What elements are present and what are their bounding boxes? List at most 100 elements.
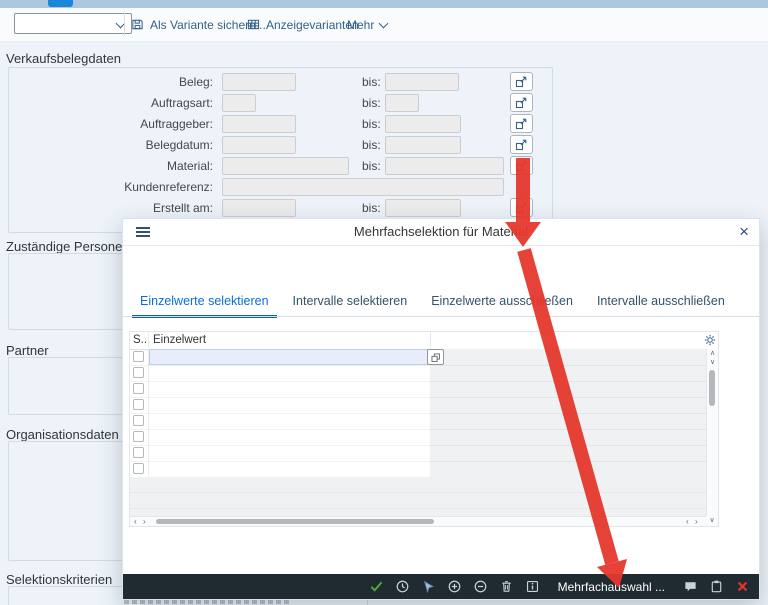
row-checkbox[interactable] (133, 447, 144, 458)
belegdatum-input[interactable] (222, 136, 296, 154)
material-input[interactable] (222, 157, 349, 175)
grid-icon (247, 18, 260, 31)
row-checkbox[interactable] (133, 367, 144, 378)
auftraggeber-multiselect-button[interactable] (510, 114, 533, 133)
auftraggeber-input[interactable] (222, 115, 296, 133)
info-icon[interactable] (524, 578, 541, 595)
row-checkbox[interactable] (133, 463, 144, 474)
beleg-input[interactable] (222, 73, 296, 91)
auftragsart-multiselect-button[interactable] (510, 93, 533, 112)
field-row-beleg: Beleg: bis: (0, 73, 560, 91)
row-checkbox[interactable] (133, 399, 144, 410)
dialog-title: Mehrfachselektion für Material (123, 224, 759, 239)
tab-intervalle-selektieren[interactable]: Intervalle selektieren (285, 291, 416, 318)
more-button[interactable]: Mehr (347, 8, 387, 41)
tab-einzelwerte-ausschliessen[interactable]: Einzelwerte ausschließen (423, 291, 581, 318)
beleg-multiselect-button[interactable] (510, 72, 533, 91)
field-row-material: Material: bis: (0, 157, 560, 175)
delete-all-trash-icon[interactable] (498, 578, 515, 595)
erstellt-am-input[interactable] (222, 199, 296, 217)
belegdatum-multiselect-button[interactable] (510, 135, 533, 154)
vertical-scroll-thumb[interactable] (709, 370, 715, 406)
accept-check-icon[interactable] (368, 578, 385, 595)
field-label: Erstellt am: (60, 201, 213, 215)
cancel-x-icon[interactable] (734, 578, 751, 595)
material-bis-input[interactable] (385, 157, 504, 175)
horizontal-scrollbar[interactable]: ‹ › ‹ › (130, 516, 706, 526)
paste-clipboard-icon[interactable] (708, 578, 725, 595)
section-title-selektionskriterien: Selektionskriterien (6, 572, 112, 587)
multi-selection-dialog: Mehrfachselektion für Material × Einzelw… (122, 218, 760, 600)
selection-options-icon[interactable] (420, 578, 437, 595)
erstellt-am-multiselect-button[interactable] (510, 198, 533, 217)
field-row-kundenreferenz: Kundenreferenz: (0, 178, 560, 196)
table-row (130, 397, 706, 414)
table-settings-gear-icon[interactable] (704, 334, 716, 349)
row-checkbox[interactable] (133, 383, 144, 394)
tab-intervalle-ausschliessen[interactable]: Intervalle ausschließen (589, 291, 733, 318)
field-label: Kundenreferenz: (60, 180, 213, 194)
scroll-right-icon[interactable]: › (143, 517, 146, 526)
belegdatum-bis-input[interactable] (385, 136, 461, 154)
multi-selection-button[interactable]: Mehrfachauswahl ... (558, 580, 665, 594)
dialog-footer-toolbar: Mehrfachauswahl ... (123, 574, 759, 599)
delete-row-icon[interactable] (472, 578, 489, 595)
table-body (130, 349, 706, 516)
comment-bubble-icon[interactable] (682, 578, 699, 595)
multi-selection-icon (515, 75, 528, 88)
single-value-input[interactable] (149, 349, 428, 365)
multi-selection-icon (515, 117, 528, 130)
copy-value-button[interactable] (427, 349, 444, 365)
auftraggeber-bis-input[interactable] (385, 115, 461, 133)
variant-combobox[interactable] (14, 13, 132, 34)
beleg-bis-input[interactable] (385, 73, 459, 91)
save-icon (131, 18, 144, 31)
section-title-partner: Partner (6, 343, 49, 358)
field-label: Belegdatum: (60, 138, 213, 152)
bis-label: bis: (362, 96, 381, 110)
field-label: Beleg: (60, 75, 213, 89)
table-row (130, 445, 706, 462)
more-label: Mehr (347, 18, 374, 32)
bis-label: bis: (362, 159, 381, 173)
kundenreferenz-input[interactable] (222, 178, 504, 196)
multi-selection-icon (515, 96, 528, 109)
scroll-corner-down-icon[interactable]: ∨ (706, 516, 718, 526)
dialog-header: Mehrfachselektion für Material × (123, 219, 759, 246)
row-checkbox[interactable] (133, 431, 144, 442)
check-entries-clock-icon[interactable] (394, 578, 411, 595)
auftragsart-bis-input[interactable] (385, 94, 419, 112)
horizontal-scroll-thumb[interactable] (156, 519, 434, 524)
table-row (130, 461, 706, 478)
erstellt-am-bis-input[interactable] (385, 199, 461, 217)
tabs-divider (123, 316, 759, 317)
bis-label: bis: (362, 75, 381, 89)
auftragsart-input[interactable] (222, 94, 256, 112)
table-header: S... Einzelwert (130, 332, 718, 350)
table-row (130, 413, 706, 430)
row-checkbox[interactable] (133, 351, 144, 362)
scroll-up-icon[interactable]: ∧ (707, 349, 718, 358)
multi-selection-icon (515, 159, 528, 172)
scroll-left-icon[interactable]: ‹ (134, 517, 137, 526)
close-icon[interactable]: × (739, 220, 749, 244)
scroll-down-icon[interactable]: ∨ (707, 358, 718, 367)
scroll-right-icon[interactable]: › (695, 517, 698, 526)
field-label: Auftraggeber: (60, 117, 213, 131)
app-toolbar: Als Variante sichern... Anzeigevarianten… (0, 8, 768, 42)
save-variant-button[interactable]: Als Variante sichern... (131, 8, 266, 41)
field-row-belegdatum: Belegdatum: bis: (0, 136, 560, 154)
section-title-organisationsdaten: Organisationsdaten (6, 427, 119, 442)
display-variants-button[interactable]: Anzeigevarianten (247, 8, 359, 41)
vertical-scrollbar[interactable]: ∧ ∨ (706, 349, 718, 516)
material-multiselect-button[interactable] (510, 156, 533, 175)
section-title-zustaendige-personen: Zuständige Personen (6, 239, 130, 254)
dialog-tabs: Einzelwerte selektieren Intervalle selek… (132, 291, 733, 318)
bis-label: bis: (362, 201, 381, 215)
tab-einzelwerte-selektieren[interactable]: Einzelwerte selektieren (132, 291, 277, 318)
insert-row-icon[interactable] (446, 578, 463, 595)
multi-selection-icon (515, 201, 528, 214)
table-row (130, 381, 706, 398)
row-checkbox[interactable] (133, 415, 144, 426)
scroll-left-icon[interactable]: ‹ (686, 517, 689, 526)
